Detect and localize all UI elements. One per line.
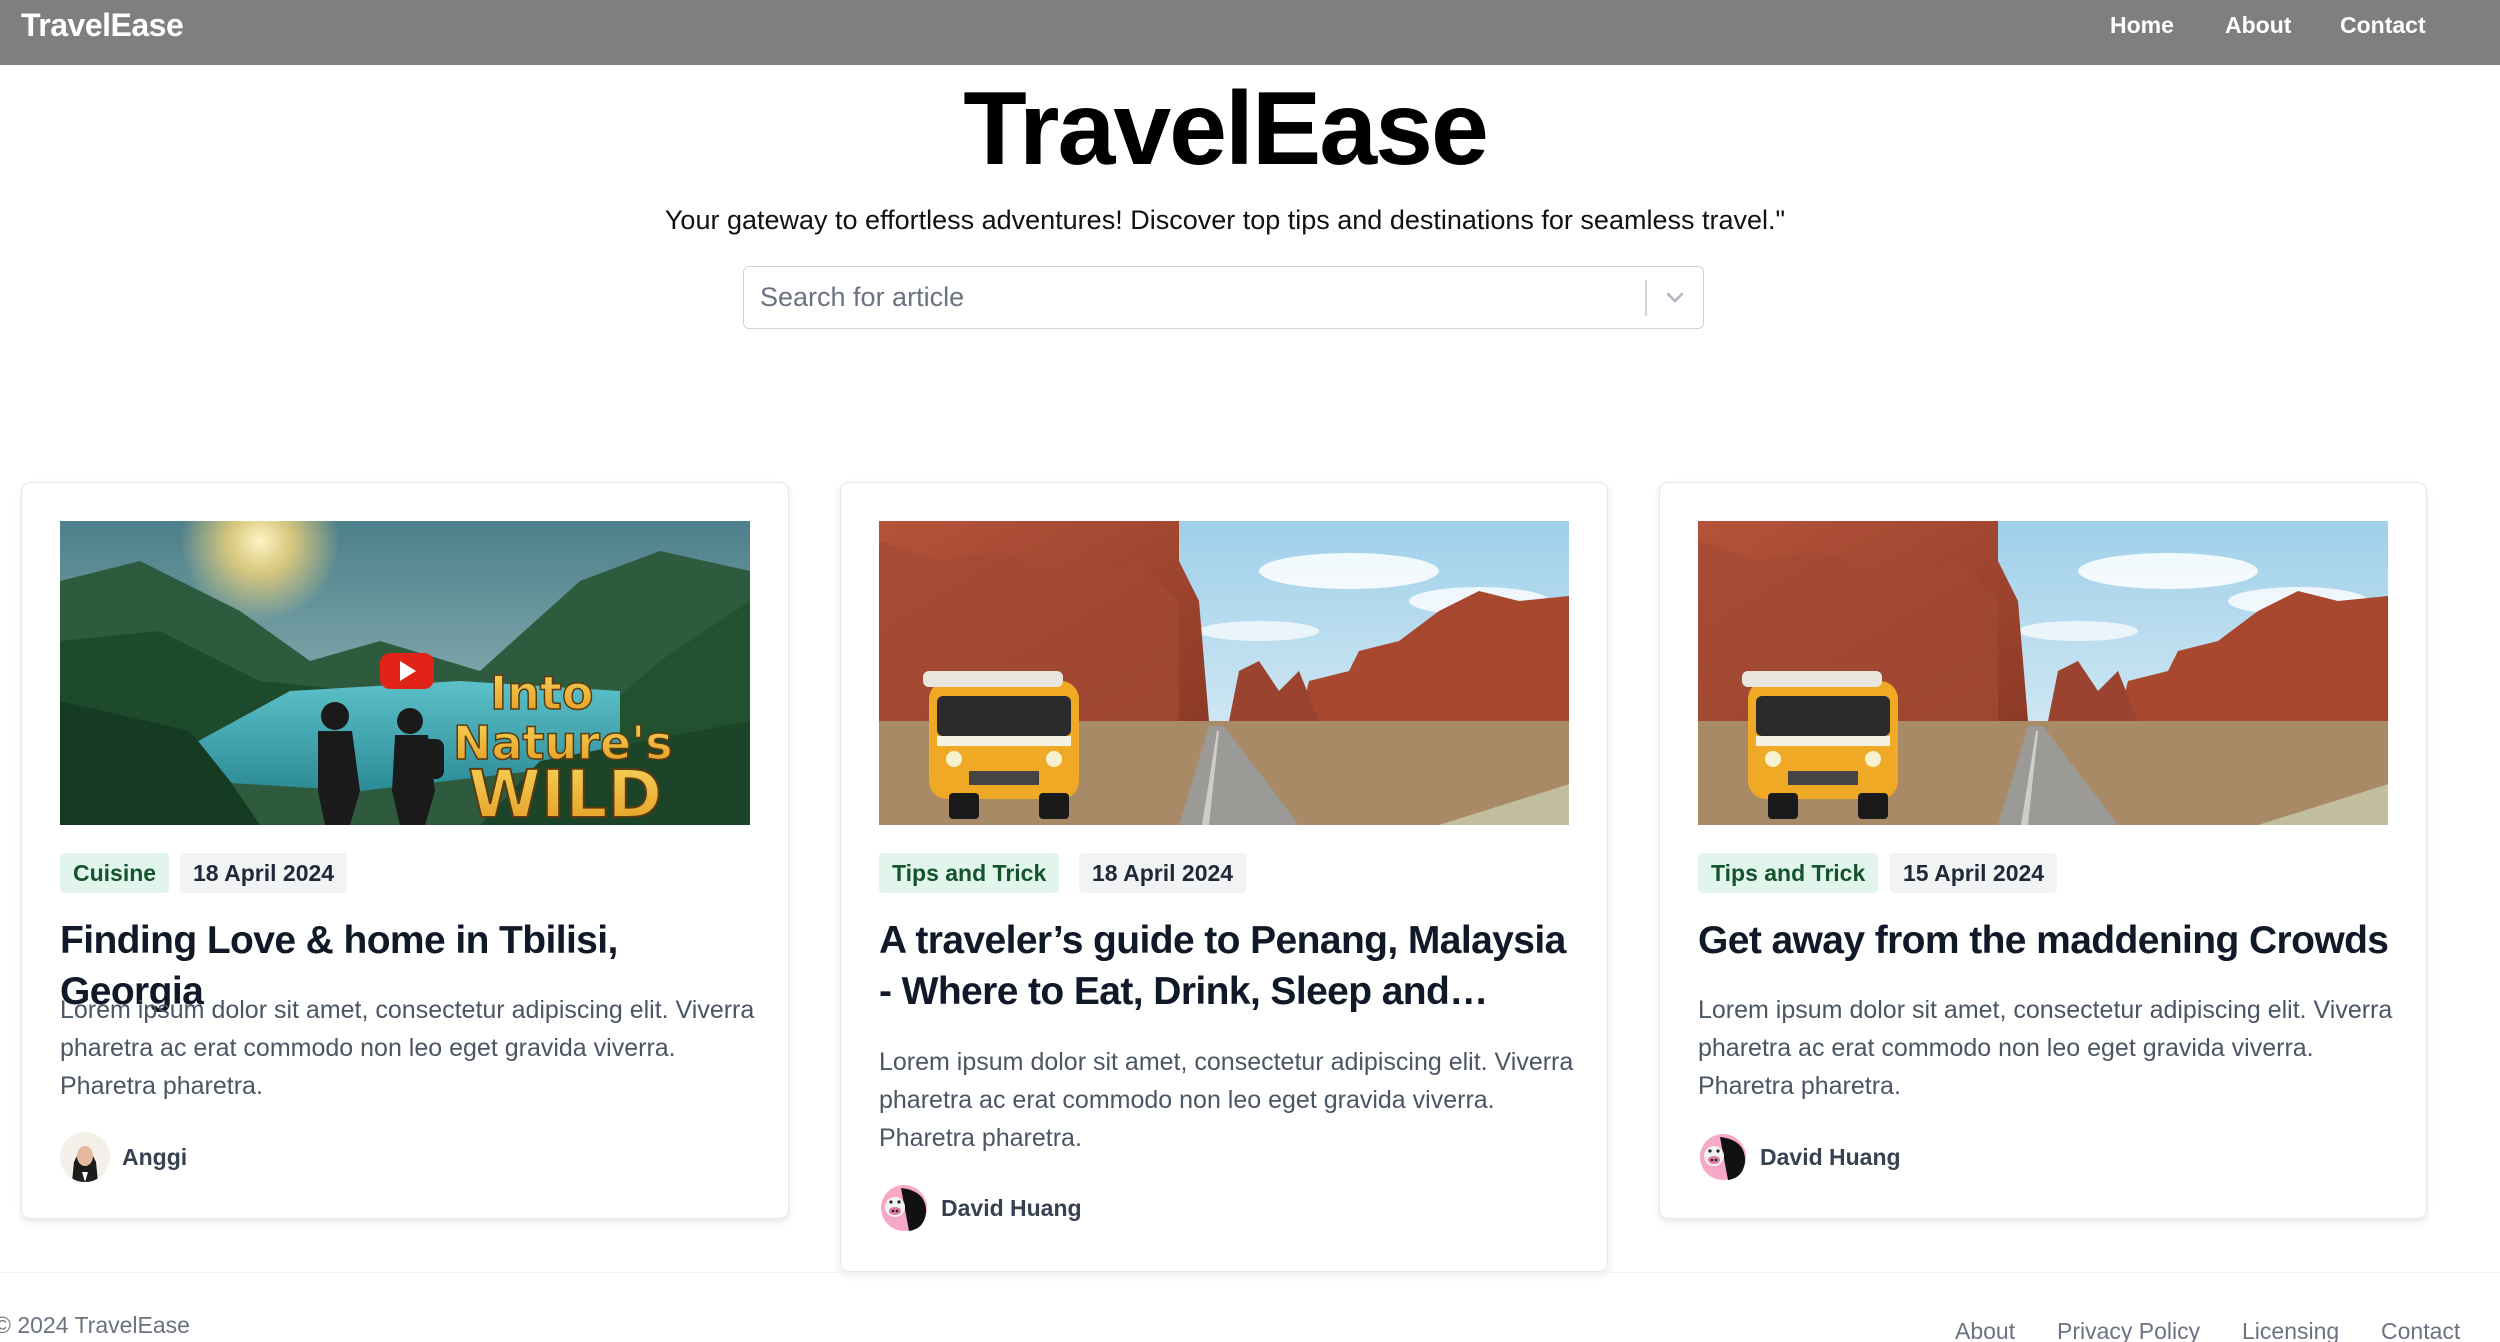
article-excerpt: Lorem ipsum dolor sit amet, consectetur … — [60, 996, 755, 1100]
footer-link-privacy-policy[interactable]: Privacy Policy — [2057, 1318, 2200, 1342]
nav-link-contact[interactable]: Contact — [2340, 12, 2426, 39]
navbar: TravelEase Home About Contact — [0, 0, 2500, 65]
article-search-select[interactable] — [743, 266, 1704, 329]
article-author[interactable]: David Huang — [879, 1183, 1082, 1233]
article-thumbnail[interactable] — [879, 521, 1569, 825]
footer-copyright: © 2024 TravelEase — [0, 1312, 190, 1338]
avatar — [879, 1183, 929, 1233]
article-thumbnail[interactable] — [60, 521, 750, 825]
hero-subtitle: Your gateway to effortless adventures! D… — [664, 205, 1786, 235]
hero-title: TravelEase — [963, 71, 1489, 187]
avatar — [60, 1132, 110, 1182]
footer-link-about[interactable]: About — [1955, 1318, 2015, 1342]
article-title[interactable]: A traveler’s guide to Penang, Malaysia -… — [879, 915, 1579, 1017]
brand-logo[interactable]: TravelEase — [21, 7, 184, 44]
footer-link-contact[interactable]: Contact — [2381, 1318, 2460, 1342]
article-author[interactable]: Anggi — [60, 1132, 187, 1182]
article-author[interactable]: David Huang — [1698, 1132, 1901, 1182]
nav-link-about[interactable]: About — [2225, 12, 2291, 39]
video-thumbnail-image — [60, 521, 750, 825]
avatar — [1698, 1132, 1748, 1182]
category-badge[interactable]: Tips and Trick — [879, 853, 1060, 893]
chevron-down-icon[interactable] — [1658, 281, 1692, 315]
author-name: Anggi — [122, 1143, 188, 1170]
article-card[interactable]: Tips and Trick 15 April 2024 Get away fr… — [1659, 482, 2427, 1219]
article-card[interactable]: Tips and Trick 18 April 2024 A traveler’… — [840, 482, 1608, 1272]
desert-van-image — [879, 521, 1569, 825]
date-badge: 18 April 2024 — [1079, 853, 1247, 893]
footer-link-licensing[interactable]: Licensing — [2242, 1318, 2339, 1342]
category-badge[interactable]: Cuisine — [60, 853, 170, 893]
author-name: David Huang — [1760, 1143, 1901, 1170]
date-badge: 15 April 2024 — [1890, 853, 2058, 893]
search-input[interactable] — [760, 267, 1620, 327]
article-title[interactable]: Get away from the maddening Crowds — [1698, 915, 2398, 966]
nav-link-home[interactable]: Home — [2110, 12, 2174, 39]
article-card[interactable]: Cuisine 18 April 2024 Finding Love & hom… — [21, 482, 789, 1219]
date-badge: 18 April 2024 — [180, 853, 348, 893]
desert-van-image — [1698, 521, 2388, 825]
category-badge[interactable]: Tips and Trick — [1698, 853, 1879, 893]
footer-divider — [0, 1272, 2500, 1273]
article-thumbnail[interactable] — [1698, 521, 2388, 825]
article-excerpt: Lorem ipsum dolor sit amet, consectetur … — [1698, 996, 2393, 1100]
author-name: David Huang — [941, 1194, 1082, 1221]
search-separator — [1645, 280, 1647, 316]
article-excerpt: Lorem ipsum dolor sit amet, consectetur … — [879, 1048, 1574, 1152]
